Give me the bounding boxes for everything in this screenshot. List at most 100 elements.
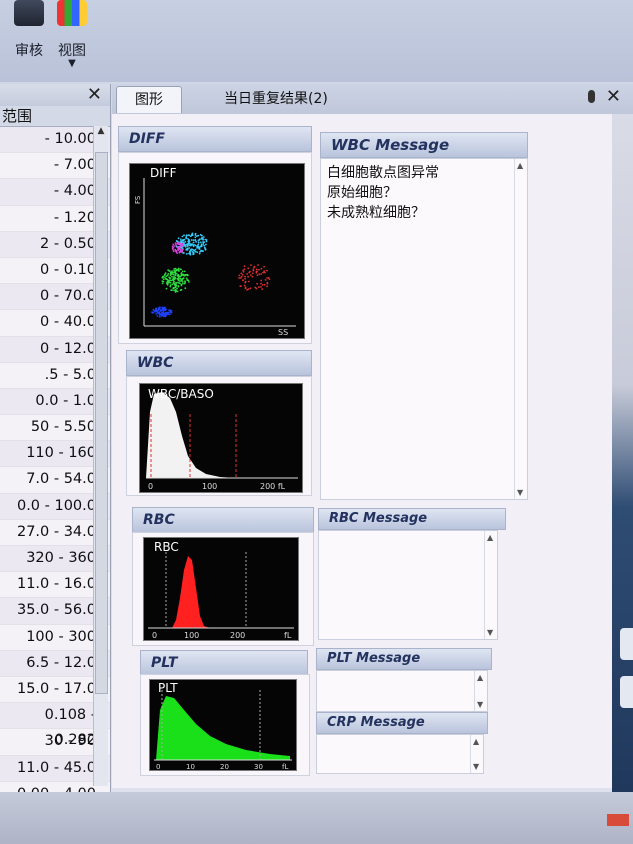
- scroll-down-icon[interactable]: ▼: [487, 628, 493, 637]
- diff-cell-dot: [239, 277, 242, 279]
- diff-cell-dot: [199, 241, 202, 244]
- diff-cell-dot: [247, 275, 249, 278]
- diff-cell-clusters: [151, 232, 271, 318]
- wbc-message-item: 白细胞散点图异常: [327, 165, 439, 181]
- diff-cell-dot: [184, 246, 187, 248]
- diff-cell-dot: [194, 248, 197, 251]
- left-panel-header: ✕: [0, 84, 110, 106]
- rbc-panel: RBC 0 100 200 fL: [132, 532, 314, 646]
- rbc-tick-label: 100: [184, 631, 199, 640]
- close-icon[interactable]: ✕: [606, 86, 621, 107]
- diff-cell-dot: [186, 248, 189, 251]
- diff-cell-dot: [161, 307, 164, 310]
- diff-cell-dot: [260, 282, 262, 285]
- diff-cell-dot: [164, 313, 166, 316]
- left-scrollbar[interactable]: ▲: [93, 126, 108, 786]
- wbc-message-scrollbar[interactable]: ▲ ▼: [514, 159, 527, 499]
- status-bar: [0, 792, 633, 844]
- diff-cell-dot: [263, 283, 266, 286]
- diff-cell-dot: [162, 276, 164, 278]
- palette-icon: [57, 0, 87, 26]
- scroll-up-icon[interactable]: ▲: [94, 126, 108, 136]
- diff-cell-dot: [169, 274, 172, 277]
- scroll-up-icon[interactable]: ▲: [477, 673, 483, 682]
- diff-cell-dot: [256, 274, 259, 277]
- diff-cell-dot: [167, 269, 170, 271]
- diff-cell-dot: [184, 287, 187, 290]
- close-icon[interactable]: ✕: [87, 84, 102, 106]
- wbc-message-box: 白细胞散点图异常 原始细胞？ 未成熟粒细胞？ ▲ ▼: [320, 158, 528, 500]
- diff-cell-dot: [177, 246, 179, 249]
- diff-cell-dot: [181, 243, 184, 245]
- diff-cell-dot: [182, 241, 185, 244]
- diff-cell-dot: [173, 269, 176, 272]
- diff-cell-dot: [243, 284, 246, 287]
- diff-cell-dot: [238, 277, 240, 279]
- tab-graph[interactable]: 图形: [116, 86, 182, 113]
- diff-cell-dot: [169, 277, 171, 280]
- diff-cell-dot: [158, 315, 161, 318]
- plt-panel: PLT 0 10 20 30 fL: [140, 674, 310, 776]
- scroll-down-icon[interactable]: ▼: [517, 488, 523, 497]
- diff-cell-dot: [174, 242, 177, 245]
- diff-cell-dot: [178, 282, 180, 284]
- diff-cell-dot: [177, 276, 180, 279]
- scroll-up-icon[interactable]: ▲: [473, 737, 479, 746]
- diff-cell-dot: [266, 281, 269, 284]
- plt-message-scrollbar[interactable]: ▲ ▼: [474, 671, 487, 711]
- plt-tick-label: 30: [254, 763, 263, 770]
- diff-cell-dot: [180, 268, 182, 271]
- wbc-panel: WBC/BASO 0 100 200 fL: [126, 376, 312, 496]
- diff-cell-dot: [191, 251, 194, 253]
- diff-cell-dot: [192, 241, 195, 244]
- diff-cell-dot: [175, 243, 177, 246]
- view-tool[interactable]: 视图 ▼: [50, 0, 94, 69]
- diff-cell-dot: [203, 241, 205, 243]
- diff-cell-dot: [183, 234, 185, 237]
- diff-cell-dot: [261, 284, 264, 286]
- diff-scatter-plot: DIFF FS SS: [129, 163, 305, 339]
- diff-cell-dot: [196, 247, 198, 249]
- diff-cell-dot: [159, 310, 161, 313]
- diff-plot-title: DIFF: [150, 166, 177, 180]
- side-button[interactable]: [620, 628, 633, 660]
- diff-cell-dot: [193, 243, 195, 246]
- diff-cell-dot: [163, 274, 166, 276]
- diff-cell-dot: [242, 279, 244, 282]
- rbc-message-scrollbar[interactable]: ▲ ▼: [484, 531, 497, 639]
- diff-cell-dot: [154, 309, 157, 312]
- diff-cell-dot: [162, 310, 165, 312]
- side-button[interactable]: [620, 676, 633, 708]
- diff-cell-dot: [182, 281, 184, 283]
- diff-cell-dot: [242, 270, 245, 273]
- diff-cell-dot: [244, 286, 247, 289]
- diff-cell-dot: [256, 282, 258, 285]
- diff-cell-dot: [200, 249, 202, 252]
- diff-cell-dot: [196, 251, 199, 254]
- scroll-up-icon[interactable]: ▲: [487, 533, 493, 542]
- diff-cell-dot: [177, 285, 180, 287]
- rbc-message-header: RBC Message: [318, 508, 506, 530]
- scroll-down-icon[interactable]: ▼: [473, 762, 479, 771]
- diff-cell-dot: [199, 233, 202, 236]
- scroll-thumb[interactable]: [95, 152, 108, 694]
- diff-cell-dot: [189, 251, 191, 254]
- diff-cell-dot: [253, 265, 256, 268]
- scroll-up-icon[interactable]: ▲: [517, 161, 523, 170]
- diff-cell-dot: [174, 291, 177, 293]
- diff-cell-dot: [244, 275, 246, 278]
- crp-message-scrollbar[interactable]: ▲ ▼: [470, 735, 483, 773]
- pin-icon[interactable]: [588, 90, 595, 103]
- status-indicator: [607, 814, 629, 826]
- diff-cell-dot: [244, 281, 247, 284]
- diff-cell-dot: [196, 235, 198, 237]
- review-tool[interactable]: 审核: [4, 0, 54, 60]
- tab-repeat-results[interactable]: 当日重复结果(2): [224, 86, 328, 112]
- diff-cell-dot: [186, 243, 188, 246]
- scroll-down-icon[interactable]: ▼: [477, 700, 483, 709]
- diff-cell-dot: [158, 308, 161, 310]
- diff-cell-dot: [165, 278, 168, 280]
- plt-histogram: PLT 0 10 20 30 fL: [149, 679, 297, 771]
- diff-cell-dot: [266, 277, 268, 279]
- diff-cell-dot: [170, 312, 173, 314]
